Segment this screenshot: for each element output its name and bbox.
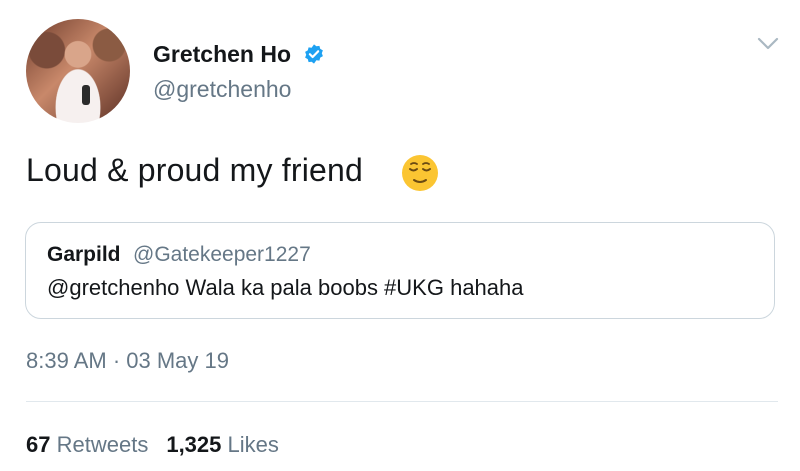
author-handle[interactable]: @gretchenho	[153, 76, 291, 103]
avatar[interactable]	[26, 19, 130, 123]
tweet-text: Loud & proud my friend	[26, 152, 364, 188]
tweet-timestamp: 8:39 AM · 03 May 19	[26, 348, 229, 373]
likes-label: Likes	[227, 432, 279, 457]
retweets-count: 67	[26, 432, 51, 457]
retweets-link[interactable]: 67 Retweets	[26, 432, 148, 457]
chevron-down-icon[interactable]	[757, 37, 779, 51]
verified-badge-icon	[305, 44, 323, 64]
likes-link[interactable]: 1,325 Likes	[166, 432, 279, 457]
retweets-label: Retweets	[56, 432, 149, 457]
quoted-author-name: Garpild	[47, 243, 121, 266]
relieved-face-emoji-icon	[402, 155, 438, 191]
microphone-graphic	[82, 85, 90, 105]
quoted-tweet-card[interactable]: Garpild @Gatekeeper1227 @gretchenho Wala…	[25, 222, 775, 319]
author-name[interactable]: Gretchen Ho	[153, 41, 291, 68]
quoted-tweet-text: @gretchenho Wala ka pala boobs #UKG haha…	[47, 275, 524, 300]
likes-count: 1,325	[166, 432, 222, 457]
quoted-author-handle: @Gatekeeper1227	[133, 243, 311, 266]
divider	[26, 401, 778, 402]
tweet-stats: 67 Retweets 1,325 Likes	[26, 432, 279, 458]
